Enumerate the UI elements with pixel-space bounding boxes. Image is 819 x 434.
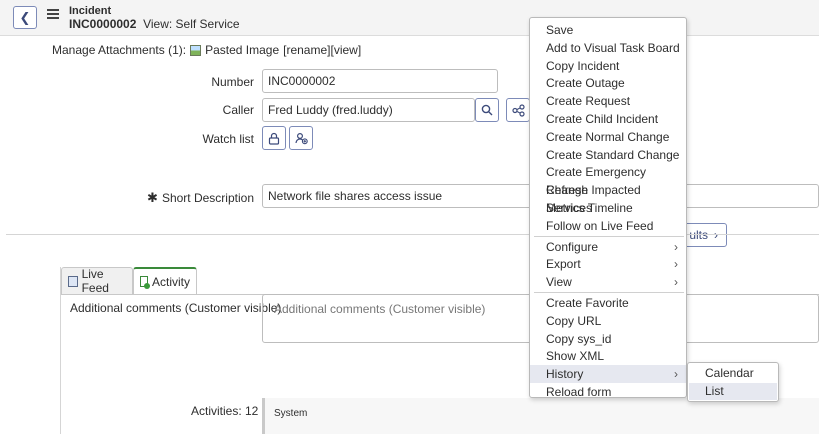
add-me-watch-list-button[interactable] [289,126,313,150]
show-related-button[interactable] [506,98,530,122]
chevron-right-icon: › [674,257,678,272]
unlock-watch-list-button[interactable] [262,126,286,150]
chevron-right-icon: › [674,367,678,382]
activities-count-label: Activities: 12 [191,404,259,418]
menu-item-reload-form[interactable]: Reload form [530,383,686,401]
menu-item-create-favorite[interactable]: Create Favorite [530,294,686,312]
view-label: View: Self Service [143,17,240,31]
back-button[interactable]: ❮ [13,6,37,29]
menu-item-create-outage[interactable]: Create Outage [530,74,686,92]
menu-item-copy-url[interactable]: Copy URL [530,312,686,330]
chevron-right-icon: › [674,239,678,254]
menu-item-create-normal-change[interactable]: Create Normal Change [530,128,686,146]
caller-field[interactable]: Fred Luddy (fred.luddy) [262,98,475,122]
attachment-file-name[interactable]: Pasted Image [205,43,279,57]
live-feed-icon [68,275,78,287]
comments-label: Additional comments (Customer visible) [70,301,282,315]
hamburger-menu-icon[interactable] [47,9,59,21]
submenu-item-calendar[interactable]: Calendar [689,365,777,382]
record-number: INC0000002 [69,17,137,31]
lock-icon [268,132,280,145]
form-context-menu: Save Add to Visual Task Board Copy Inciden… [529,17,687,401]
form-title: Incident [69,5,112,17]
menu-item-create-request[interactable]: Create Request [530,92,686,110]
menu-item-create-standard-change[interactable]: Create Standard Change [530,146,686,164]
chevron-right-icon: › [714,228,718,242]
menu-item-copy-incident[interactable]: Copy Incident [530,57,686,75]
form-header: ❮ Incident INC0000002 View: Self Service [0,0,819,36]
menu-item-add-to-visual-task-board[interactable]: Add to Visual Task Board [530,39,686,57]
menu-item-save[interactable]: Save [530,21,686,39]
menu-separator [534,235,684,237]
menu-item-refresh-impacted-services[interactable]: Refresh Impacted Services [530,181,686,215]
activity-entry: System [262,398,819,434]
section-divider [6,234,819,235]
search-icon [481,104,493,116]
menu-item-copy-sys-id[interactable]: Copy sys_id [530,330,686,348]
menu-item-configure[interactable]: Configure › [530,238,686,256]
menu-item-view[interactable]: View › [530,273,686,291]
history-submenu: Calendar List [687,362,779,402]
number-field[interactable]: INC0000002 [262,69,498,93]
chevron-right-icon: › [674,275,678,290]
tab-activity[interactable]: Activity [133,267,197,294]
caller-label: Caller [222,103,254,117]
menu-item-history[interactable]: History › [530,365,686,384]
submenu-item-list[interactable]: List [689,383,777,400]
menu-separator [534,292,684,293]
required-marker: ✱ [147,190,158,205]
menu-item-metrics-timeline[interactable]: Metrics Timeline [530,199,686,217]
short-description-label: ✱ Short Description [147,190,254,205]
menu-item-create-emergency-change[interactable]: Create Emergency Change [530,163,686,197]
image-icon [190,44,202,56]
menu-item-show-xml[interactable]: Show XML [530,347,686,365]
menu-item-create-child-incident[interactable]: Create Child Incident [530,110,686,128]
watch-list-label: Watch list [202,132,254,146]
number-label: Number [211,75,254,89]
form-subtitle: INC0000002 View: Self Service [69,17,240,31]
activity-icon [140,276,150,289]
menu-item-follow-on-live-feed[interactable]: Follow on Live Feed [530,217,686,235]
menu-item-export[interactable]: Export › [530,255,686,273]
caller-search-button[interactable] [475,98,499,122]
share-nodes-icon [511,103,525,117]
chevron-left-icon: ❮ [19,9,31,25]
attachment-actions[interactable]: [rename][view] [283,43,361,57]
add-user-icon [294,132,308,144]
tab-live-feed[interactable]: Live Feed [61,267,133,295]
attachments-label[interactable]: Manage Attachments (1): [52,43,186,57]
attachments-row: Manage Attachments (1): Pasted Image [re… [52,43,361,57]
